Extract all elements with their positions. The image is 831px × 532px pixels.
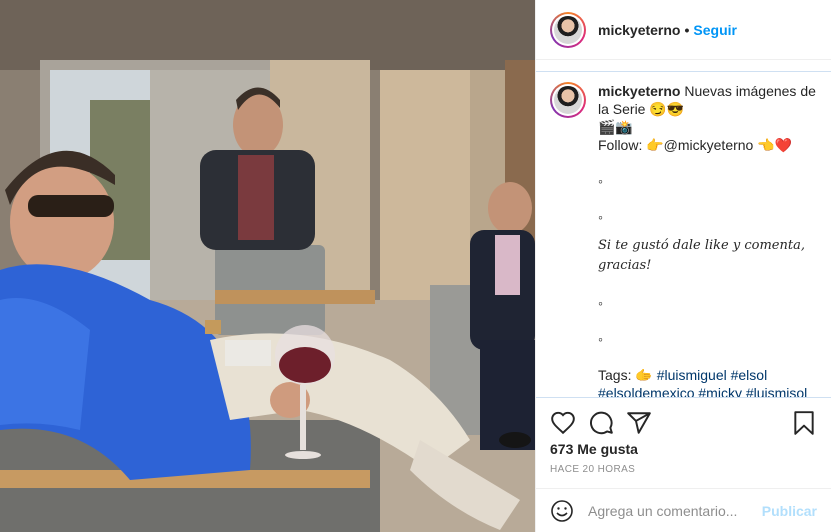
tags-label: Tags: 🫱 <box>598 367 653 383</box>
instagram-post: mickyeterno • Seguir mickyeterno Nuevas … <box>0 0 831 532</box>
comment-input[interactable]: Agrega un comentario... <box>588 503 762 519</box>
caption-dot: ◦ <box>598 209 603 225</box>
add-comment-bar: Agrega un comentario... Publicar <box>536 488 831 532</box>
emoji-icon[interactable] <box>550 499 574 523</box>
header-username[interactable]: mickyeterno <box>598 22 680 38</box>
heart-icon[interactable] <box>550 410 576 436</box>
caption-body: mickyeterno Nuevas imágenes de la Serie … <box>598 82 817 397</box>
caption-dot: ◦ <box>598 295 603 311</box>
caption-line2: 🎬📸 <box>598 119 633 135</box>
share-icon[interactable] <box>626 410 652 436</box>
publish-button[interactable]: Publicar <box>762 503 817 519</box>
caption: mickyeterno Nuevas imágenes de la Serie … <box>550 82 817 397</box>
follow-button[interactable]: Seguir <box>693 22 737 38</box>
comment-icon[interactable] <box>588 410 614 436</box>
bookmark-icon[interactable] <box>791 410 817 436</box>
action-bar <box>550 408 817 438</box>
caption-username[interactable]: mickyeterno <box>598 83 680 99</box>
like-count[interactable]: 673 Me gusta <box>550 441 638 457</box>
caption-dot: ◦ <box>598 331 603 347</box>
caption-fancy-text: Si te gustó dale like y comenta, gracias… <box>598 238 805 273</box>
photo-illustration <box>0 0 535 532</box>
post-time[interactable]: HACE 20 HORAS <box>550 464 635 475</box>
post-side-panel: mickyeterno • Seguir mickyeterno Nuevas … <box>535 0 831 532</box>
avatar[interactable] <box>550 11 586 48</box>
comments-area[interactable]: mickyeterno Nuevas imágenes de la Serie … <box>536 71 831 398</box>
header-separator: • <box>684 21 690 38</box>
caption-avatar[interactable] <box>550 82 586 118</box>
post-header: mickyeterno • Seguir <box>536 0 831 60</box>
caption-line3: Follow: 👉@mickyeterno 👈❤️ <box>598 137 793 153</box>
post-photo[interactable] <box>0 0 535 532</box>
caption-dot: ◦ <box>598 173 603 189</box>
